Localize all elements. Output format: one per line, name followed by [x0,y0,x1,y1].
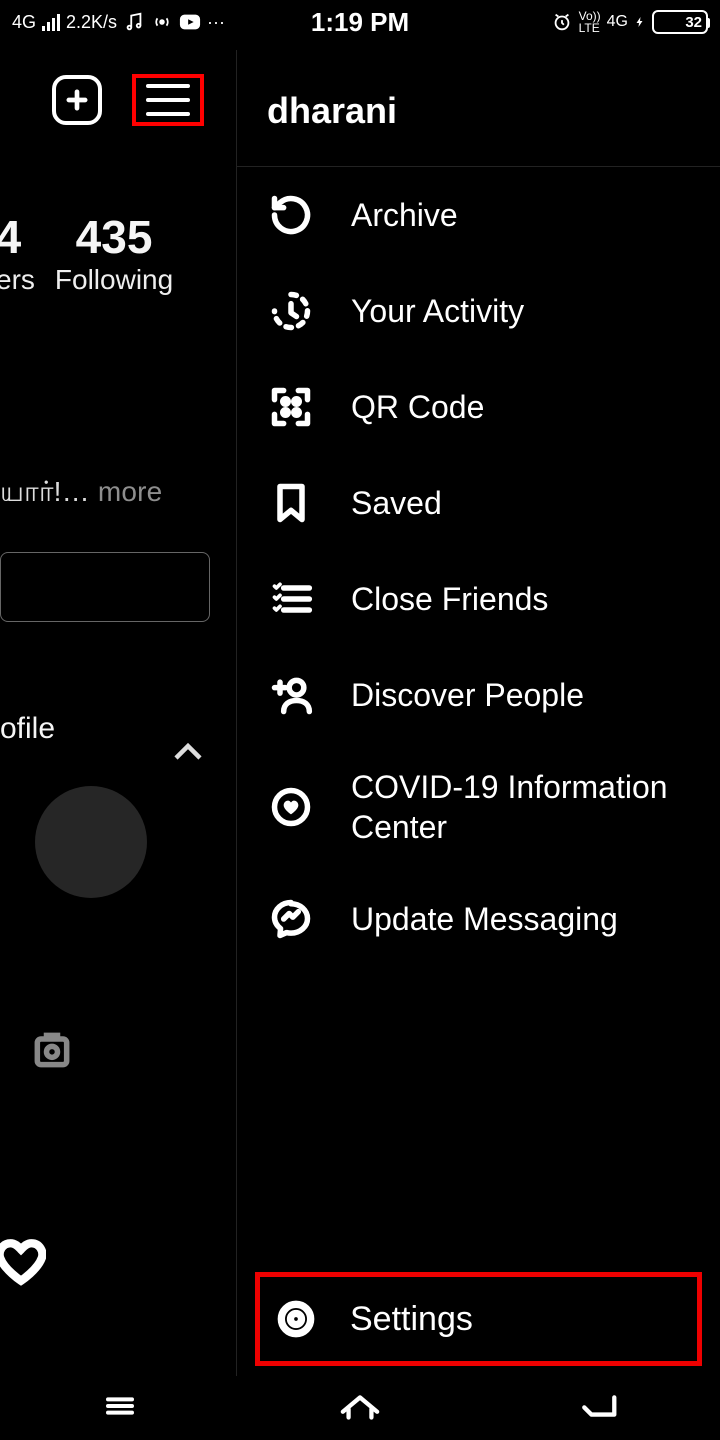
followers-label: vers [0,264,35,296]
android-nav-bar [0,1376,720,1440]
signal-bars-icon [42,13,60,31]
following-count[interactable]: 435 [55,210,173,264]
menu-item-archive[interactable]: Archive [237,167,720,263]
menu-item-label: Close Friends [351,579,548,619]
home-button[interactable] [340,1390,380,1427]
bio-more-link[interactable]: more [90,476,163,507]
following-label: Following [55,264,173,296]
back-button[interactable] [580,1390,620,1427]
menu-item-label: Settings [350,1300,473,1339]
followers-count[interactable]: 4 [0,210,35,264]
edit-profile-button[interactable] [0,552,210,622]
menu-item-saved[interactable]: Saved [237,455,720,551]
music-icon [123,11,145,33]
menu-item-update-messaging[interactable]: Update Messaging [237,871,720,967]
menu-item-label: Archive [351,195,458,235]
menu-item-label: Update Messaging [351,899,618,939]
recents-button[interactable] [100,1390,140,1427]
menu-item-activity[interactable]: Your Activity [237,263,720,359]
status-time: 1:19 PM [311,7,409,38]
archive-icon [267,191,315,239]
hotspot-icon [151,11,173,33]
data-speed: 2.2K/s [66,13,117,31]
activity-heart-button[interactable] [0,1222,46,1302]
menu-item-label: COVID-19 Information Center [351,767,690,847]
status-bar: 4G 2.2K/s ··· 1:19 PM Vo))LTE 4G 32 [0,0,720,44]
menu-item-label: Saved [351,483,442,523]
suggested-profile-avatar[interactable] [35,786,147,898]
menu-item-discover-people[interactable]: Discover People [237,647,720,743]
battery-indicator: 32 [652,10,708,34]
menu-item-settings[interactable]: Settings [266,1285,691,1353]
settings-highlight: Settings [255,1272,702,1366]
discover-people-icon [267,671,315,719]
network-right: 4G [607,14,628,30]
youtube-icon [179,11,201,33]
menu-item-label: QR Code [351,387,484,427]
chevron-up-icon[interactable] [170,740,206,769]
messenger-icon [267,895,315,943]
menu-item-qr-code[interactable]: QR Code [237,359,720,455]
activity-icon [267,287,315,335]
menu-item-label: Discover People [351,675,584,715]
volte-label: Vo))LTE [579,10,601,34]
qr-icon [267,383,315,431]
more-dots-icon: ··· [207,13,225,31]
heart-circle-icon [267,783,315,831]
menu-item-close-friends[interactable]: Close Friends [237,551,720,647]
tagged-tab-icon[interactable] [30,1028,236,1077]
alarm-icon [551,11,573,33]
bio-text: யார்!… more [0,476,236,512]
charging-icon [634,11,646,33]
gear-icon [272,1295,320,1343]
drawer-username: dharani [237,50,720,166]
hamburger-menu-button[interactable] [132,74,204,126]
menu-item-label: Your Activity [351,291,524,331]
network-type: 4G [12,13,36,31]
saved-icon [267,479,315,527]
side-drawer: dharani Archive Your Activity QR Code S [236,50,720,1376]
close-friends-icon [267,575,315,623]
create-post-button[interactable] [52,75,102,125]
menu-item-covid-info[interactable]: COVID-19 Information Center [237,743,720,871]
profile-screen-backdrop: 4 vers 435 Following யார்!… more ofile [0,50,236,1370]
